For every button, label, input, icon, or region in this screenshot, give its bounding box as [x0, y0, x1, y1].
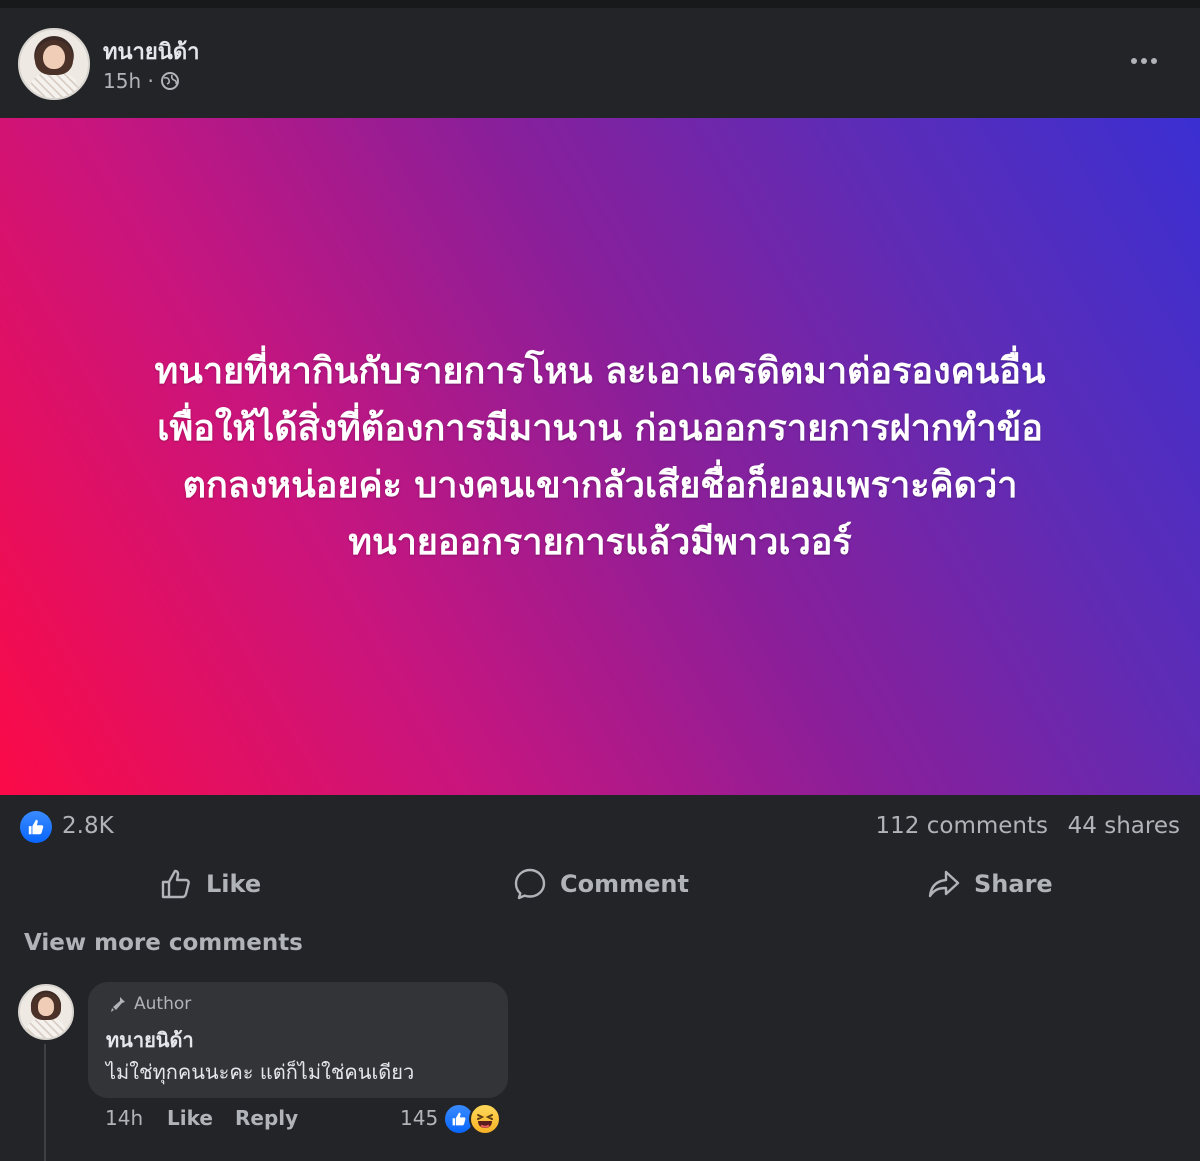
- comment-reply-button[interactable]: Reply: [235, 1106, 298, 1130]
- comment-text: ไม่ใช่ทุกคนนะคะ แต่ก็ไม่ใช่คนเดียว: [106, 1060, 415, 1084]
- like-button[interactable]: Like: [158, 861, 261, 907]
- author-badge: Author: [108, 994, 191, 1014]
- share-button[interactable]: Share: [926, 861, 1053, 907]
- post-header: ทนายนิด้า 15h ·: [0, 8, 1200, 118]
- comments-count[interactable]: 112 comments: [876, 813, 1048, 839]
- like-label: Like: [206, 870, 262, 898]
- post-stats: 2.8K 112 comments 44 shares: [0, 795, 1200, 857]
- haha-reaction-icon: [469, 1103, 501, 1135]
- comment-button[interactable]: Comment: [512, 861, 689, 907]
- shares-count[interactable]: 44 shares: [1068, 813, 1180, 839]
- share-arrow-icon: [928, 870, 960, 898]
- comment-like-button[interactable]: Like: [167, 1106, 213, 1130]
- post-time[interactable]: 15h ·: [103, 69, 154, 93]
- comment-bubble-icon: [514, 868, 546, 900]
- thumbs-up-icon: [161, 869, 190, 899]
- comment-reaction-count[interactable]: 145: [400, 1106, 438, 1130]
- banner-line: ทนายออกรายการแล้วมีพาวเวอร์: [348, 521, 852, 563]
- comment-time[interactable]: 14h: [105, 1106, 143, 1130]
- comment-bubble: Author ทนายนิด้า ไม่ใช่ทุกคนนะคะ แต่ก็ไม…: [88, 982, 508, 1098]
- post-actions: Like Comment Share: [0, 857, 1200, 911]
- top-divider: [0, 0, 1200, 8]
- post-meta: 15h ·: [103, 69, 180, 93]
- like-reaction-icon[interactable]: [20, 811, 52, 843]
- comment-reactions[interactable]: [443, 1103, 507, 1137]
- post-text-banner: ทนายที่หากินกับรายการโหน ละเอาเครดิตมาต่…: [0, 118, 1200, 795]
- banner-line: เพื่อให้ได้สิ่งที่ต้องการมีมานาน ก่อนออก…: [157, 407, 1043, 449]
- microphone-icon: [111, 997, 125, 1012]
- banner-text: ทนายที่หากินกับรายการโหน ละเอาเครดิตมาต่…: [40, 343, 1160, 571]
- banner-line: ตกลงหน่อยค่ะ บางคนเขากลัวเสียชื่อก็ยอมเพ…: [182, 464, 1018, 506]
- view-more-comments-link[interactable]: View more comments: [24, 930, 303, 956]
- banner-line: ทนายที่หากินกับรายการโหน ละเอาเครดิตมาต่…: [154, 350, 1046, 392]
- author-avatar[interactable]: [18, 28, 90, 100]
- reaction-count[interactable]: 2.8K: [62, 813, 114, 839]
- share-label: Share: [974, 870, 1053, 898]
- more-options-icon[interactable]: [1124, 46, 1164, 76]
- commenter-avatar[interactable]: [18, 984, 74, 1040]
- comment-footer: 14h Like Reply 145: [105, 1103, 525, 1137]
- reply-thread-line: [44, 1044, 46, 1161]
- author-badge-label: Author: [134, 994, 192, 1014]
- commenter-name[interactable]: ทนายนิด้า: [106, 1024, 194, 1056]
- facebook-post: ทนายนิด้า 15h · ทนายที่หากินกับรายการโหน…: [0, 0, 1200, 1161]
- globe-icon: [160, 72, 179, 90]
- comment-label: Comment: [560, 870, 689, 898]
- author-name[interactable]: ทนายนิด้า: [103, 34, 199, 69]
